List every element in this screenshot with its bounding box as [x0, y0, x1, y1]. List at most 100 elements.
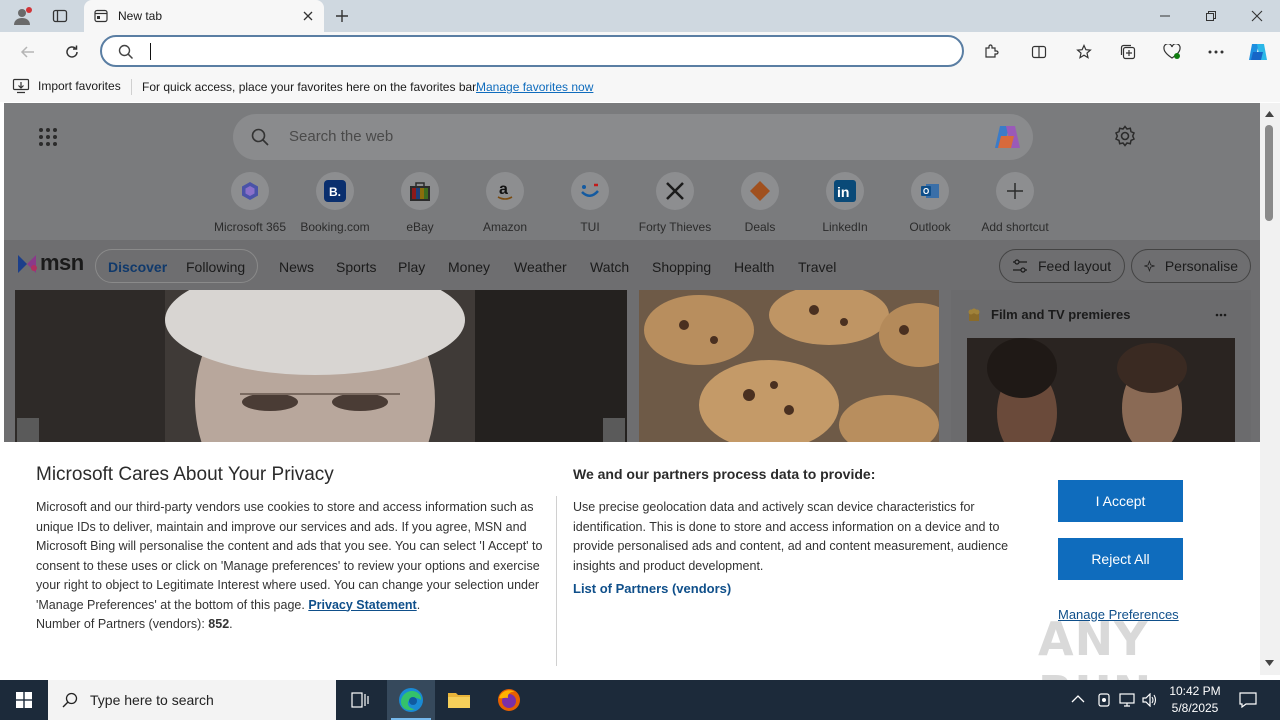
copilot-button[interactable]	[1244, 38, 1272, 66]
shortcut-forty-thieves[interactable]: Forty Thieves	[635, 170, 715, 234]
outlook-icon: O	[911, 172, 949, 210]
taskbar-firefox[interactable]	[485, 680, 533, 720]
scrollbar-thumb[interactable]	[1265, 125, 1273, 221]
tab-discover[interactable]: Discover	[108, 259, 167, 275]
nav-news[interactable]: News	[279, 259, 314, 275]
shortcut-linkedin[interactable]: in LinkedIn	[805, 170, 885, 234]
search-icon	[62, 692, 78, 708]
amazon-icon: a	[486, 172, 524, 210]
shortcut-label: Deals	[744, 220, 776, 234]
extensions-button[interactable]	[977, 38, 1005, 66]
tray-overflow-chevron-icon[interactable]	[1071, 694, 1085, 704]
copilot-icon	[1249, 44, 1267, 60]
import-favorites-button[interactable]: Import favorites	[12, 78, 121, 94]
shortcut-label: eBay	[406, 220, 434, 234]
popcorn-icon	[968, 308, 980, 321]
privacy-consent-dialog: Microsoft Cares About Your Privacy Micro…	[4, 442, 1260, 720]
msn-nav-bar: msn Discover Following News Sports Play …	[4, 240, 1260, 288]
msn-wordmark: msn	[40, 250, 84, 275]
cookies-photo	[639, 290, 939, 442]
msn-logo[interactable]: msn	[16, 250, 84, 276]
new-tab-button[interactable]	[330, 4, 354, 28]
reject-all-button[interactable]: Reject All	[1058, 538, 1183, 580]
shortcut-booking[interactable]: B. Booking.com	[295, 170, 375, 234]
new-tab-page-icon	[94, 9, 108, 23]
favorites-bar: Import favorites For quick access, place…	[0, 72, 1280, 102]
shortcut-deals[interactable]: Deals	[720, 170, 800, 234]
task-view-button[interactable]	[336, 680, 384, 720]
shortcut-tui[interactable]: TUI	[550, 170, 630, 234]
personalise-button[interactable]: Personalise	[1131, 249, 1251, 283]
shortcut-amazon[interactable]: a Amazon	[465, 170, 545, 234]
manage-favorites-link[interactable]: Manage favorites now	[476, 80, 593, 94]
page-settings-button[interactable]	[1114, 125, 1136, 147]
nav-travel[interactable]: Travel	[798, 259, 836, 275]
notifications-button[interactable]	[1237, 690, 1259, 710]
partners-count-label: Number of Partners (vendors):	[36, 617, 205, 631]
clock-time: 10:42 PM	[1169, 684, 1221, 698]
copilot-icon[interactable]	[993, 123, 1023, 151]
plus-icon	[336, 10, 348, 22]
close-window-button[interactable]	[1234, 0, 1280, 32]
shortcut-ebay[interactable]: eBay	[380, 170, 460, 234]
feed-layout-button[interactable]: Feed layout	[999, 249, 1125, 283]
collections-icon	[1120, 44, 1136, 60]
nav-weather[interactable]: Weather	[514, 259, 567, 275]
film-tv-widget[interactable]: Film and TV premieres	[951, 290, 1251, 442]
start-button[interactable]	[0, 680, 48, 720]
app-grid-icon	[39, 128, 57, 146]
minimize-button[interactable]	[1142, 0, 1188, 32]
browser-essentials-button[interactable]	[1158, 38, 1186, 66]
close-icon	[1251, 10, 1263, 22]
folder-icon	[448, 693, 470, 708]
shortcut-outlook[interactable]: O Outlook	[890, 170, 970, 234]
profile-button[interactable]	[8, 4, 36, 28]
taskbar-search-box[interactable]: Type here to search	[48, 680, 336, 720]
taskbar-clock[interactable]: 10:42 PM 5/8/2025	[1162, 683, 1228, 717]
more-menu-button[interactable]	[1202, 38, 1230, 66]
accept-button[interactable]: I Accept	[1058, 480, 1183, 522]
taskbar-edge[interactable]	[387, 680, 435, 720]
film-still-photo	[967, 338, 1235, 442]
apps-launcher-button[interactable]	[38, 127, 58, 147]
restore-button[interactable]	[1188, 0, 1234, 32]
browser-tab[interactable]: New tab	[84, 0, 324, 32]
list-of-partners-link[interactable]: List of Partners (vendors)	[573, 581, 731, 596]
shortcut-label: Forty Thieves	[638, 220, 712, 234]
network-icon	[1119, 693, 1135, 707]
nav-money[interactable]: Money	[448, 259, 490, 275]
add-shortcut-button[interactable]: Add shortcut	[975, 170, 1055, 234]
taskbar-file-explorer[interactable]	[435, 680, 483, 720]
taskbar-search-placeholder: Type here to search	[90, 692, 214, 708]
more-dots-icon[interactable]	[1215, 313, 1227, 317]
heartbeat-icon	[1163, 44, 1181, 59]
linkedin-icon: in	[826, 172, 864, 210]
nav-watch[interactable]: Watch	[590, 259, 629, 275]
address-bar[interactable]	[100, 35, 964, 67]
tab-actions-button[interactable]	[46, 4, 74, 28]
nav-shopping[interactable]: Shopping	[652, 259, 711, 275]
nav-health[interactable]: Health	[734, 259, 774, 275]
page-scrollbar[interactable]	[1260, 103, 1280, 675]
close-tab-icon[interactable]	[302, 10, 314, 22]
scroll-up-arrow-icon[interactable]	[1265, 111, 1274, 117]
shortcut-microsoft-365[interactable]: Microsoft 365	[210, 170, 290, 234]
hero-news-card[interactable]	[15, 290, 627, 442]
tray-network-button[interactable]	[1117, 690, 1137, 710]
tab-following[interactable]: Following	[186, 259, 245, 275]
import-icon	[12, 78, 30, 94]
web-search-box[interactable]: Search the web	[233, 114, 1033, 160]
split-screen-button[interactable]	[1025, 38, 1053, 66]
tray-meet-button[interactable]	[1094, 690, 1114, 710]
food-news-card[interactable]	[639, 290, 939, 442]
nav-play[interactable]: Play	[398, 259, 425, 275]
privacy-statement-link[interactable]: Privacy Statement	[308, 598, 416, 612]
tray-volume-button[interactable]	[1140, 690, 1160, 710]
favorites-button[interactable]	[1070, 38, 1098, 66]
privacy-period: .	[416, 597, 421, 612]
refresh-button[interactable]	[58, 38, 86, 66]
collections-button[interactable]	[1114, 38, 1142, 66]
scroll-down-arrow-icon[interactable]	[1265, 660, 1274, 666]
back-button[interactable]	[14, 38, 42, 66]
nav-sports[interactable]: Sports	[336, 259, 376, 275]
